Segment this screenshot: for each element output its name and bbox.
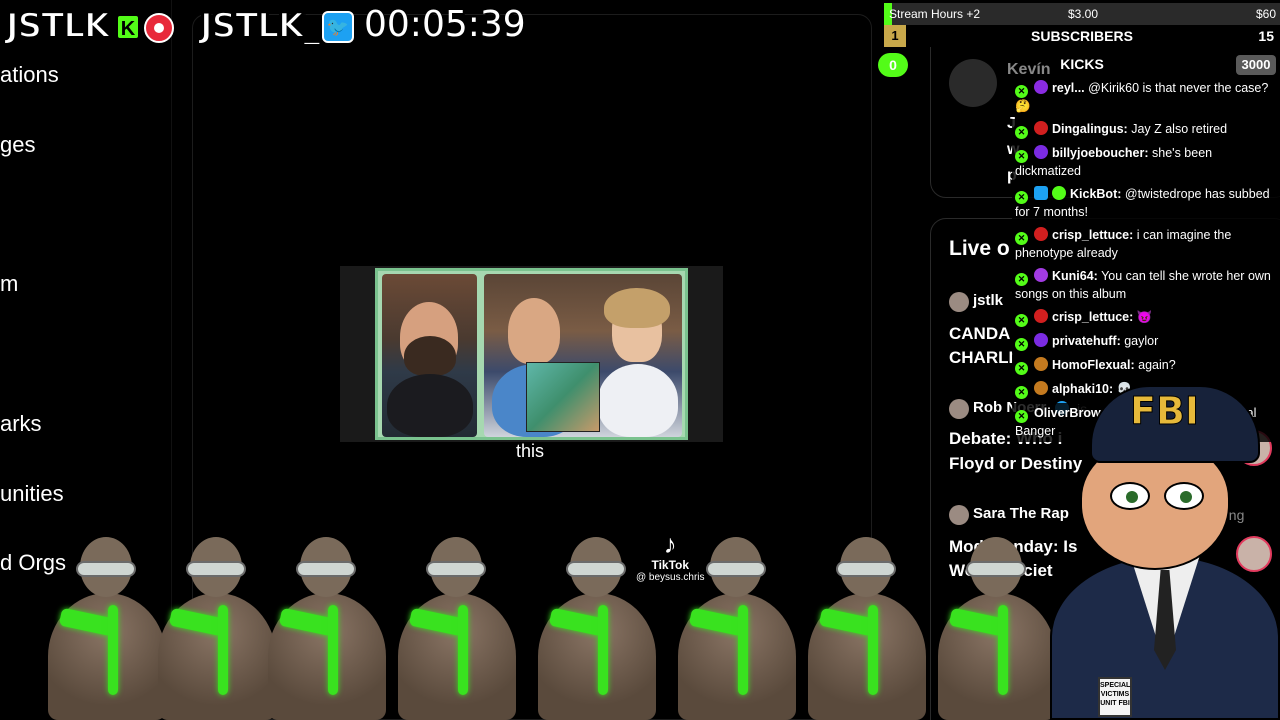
- person-beard: [404, 336, 456, 376]
- stream-hours-goal: $60: [1255, 7, 1276, 21]
- sidebar-item-fragment[interactable]: ations: [0, 62, 59, 88]
- mod-badge-icon: ✕: [1015, 85, 1028, 98]
- mascot-badge: SPECIAL VICTIMS UNIT FBI: [1098, 677, 1132, 717]
- chat-message: ✕ crisp_lettuce: i can imagine the phenot…: [1012, 225, 1280, 264]
- mod-badge-icon: ✕: [1015, 338, 1028, 351]
- subscribers-count-badge: 1: [884, 25, 906, 47]
- user-badge-icon: [1034, 268, 1048, 282]
- chat-text: Jay Z also retired: [1131, 122, 1228, 136]
- user-badge-icon: [1034, 309, 1048, 323]
- chat-text: again?: [1138, 358, 1176, 372]
- mod-badge-icon: ✕: [1015, 232, 1028, 245]
- mod-badge-icon: ✕: [1015, 410, 1028, 423]
- kicks-bar: KICKS: [884, 53, 1280, 75]
- mascot-eye: [1110, 482, 1150, 510]
- kick-icon: K: [116, 14, 140, 40]
- bot-badge-icon: [1034, 186, 1048, 200]
- avatar: [949, 505, 969, 525]
- user-badge-icon: [1034, 80, 1048, 94]
- user-badge-icon: [1034, 145, 1048, 159]
- person-shirt: [598, 364, 678, 437]
- chat-username[interactable]: KickBot:: [1070, 187, 1121, 201]
- chat-username[interactable]: reyl...: [1052, 81, 1085, 95]
- chat-username[interactable]: privatehuff:: [1052, 334, 1121, 348]
- mod-badge-icon: ✕: [1015, 362, 1028, 375]
- chat-username[interactable]: billyjoeboucher:: [1052, 146, 1149, 160]
- meme-figure: [520, 535, 670, 720]
- mod-badge-icon: ✕: [1015, 314, 1028, 327]
- video-pane-left: [382, 274, 477, 437]
- person-face: [508, 298, 560, 364]
- brand-logo-twitter: JSTLK_: [199, 5, 321, 47]
- stream-timer: 00:05:39: [364, 4, 526, 45]
- chat-message: ✕ HomoFlexual: again?: [1012, 355, 1280, 377]
- chat-message: ✕ Kuni64: You can tell she wrote her own …: [1012, 266, 1280, 305]
- stream-hours-label: Stream Hours +2: [889, 7, 981, 21]
- mod-badge-icon: ✕: [1015, 126, 1028, 139]
- subscribers-label: SUBSCRIBERS: [1031, 28, 1133, 44]
- stream-hours-amount: $3.00: [1068, 7, 1099, 21]
- user-badge-icon: [1034, 381, 1048, 395]
- chat-text: 😈: [1136, 310, 1153, 324]
- album-cover: [526, 362, 600, 432]
- chat-message: ✕ privatehuff: gaylor: [1012, 331, 1280, 353]
- mascot-eye: [1164, 482, 1204, 510]
- live-title-line[interactable]: CHARLI: [949, 348, 1013, 368]
- user-badge-icon: [1034, 121, 1048, 135]
- chat-username[interactable]: crisp_lettuce:: [1052, 228, 1133, 242]
- kicks-count-badge: 0: [878, 53, 908, 77]
- mascot-cap-text: FBI: [1129, 389, 1200, 434]
- mod-badge-icon: ✕: [1015, 386, 1028, 399]
- video-frame: [375, 268, 688, 440]
- user-badge-icon: [1034, 333, 1048, 347]
- sidebar-item-fragment[interactable]: arks: [0, 411, 42, 437]
- video-caption: this: [516, 441, 545, 461]
- meme-figure: [250, 535, 400, 720]
- brand-logo-kick: JSTLK: [5, 5, 111, 47]
- sidebar-item-fragment[interactable]: ges: [0, 132, 35, 158]
- meme-figure: [380, 535, 530, 720]
- person-hair: [604, 288, 670, 328]
- avatar: [949, 399, 969, 419]
- fbi-mascot: FBI SPECIAL VICTIMS UNIT FBI: [1050, 385, 1280, 720]
- person-shirt: [387, 374, 473, 437]
- live-user-name[interactable]: jstlk: [973, 292, 1003, 309]
- subscribers-value: 15: [1258, 28, 1274, 44]
- chat-message: ✕ KickBot: @twistedrope has subbed for 7 …: [1012, 184, 1280, 223]
- live-title-line[interactable]: CANDA: [949, 324, 1010, 344]
- live-heading: Live o: [949, 237, 1010, 260]
- meme-figure: [660, 535, 810, 720]
- meme-figure: [790, 535, 940, 720]
- chat-username[interactable]: Kuni64:: [1052, 269, 1098, 283]
- subscribers-bar: SUBSCRIBERS 15: [884, 25, 1280, 47]
- kicks-label: KICKS: [1060, 56, 1104, 72]
- mod-badge-icon: ✕: [1015, 273, 1028, 286]
- chat-message: ✕ crisp_lettuce: 😈: [1012, 307, 1280, 329]
- chat-message: ✕ billyjoeboucher: she's been dickmatized: [1012, 143, 1280, 182]
- verified-badge-icon: [1052, 186, 1066, 200]
- twitter-icon: 🐦: [322, 11, 354, 43]
- mod-badge-icon: ✕: [1015, 150, 1028, 163]
- mod-badge-icon: ✕: [1015, 191, 1028, 204]
- chat-message: ✕ Dingalingus: Jay Z also retired: [1012, 119, 1280, 141]
- user-badge-icon: [1034, 357, 1048, 371]
- sidebar-item-fragment[interactable]: unities: [0, 481, 64, 507]
- chat-username[interactable]: crisp_lettuce:: [1052, 310, 1133, 324]
- video-pane-right: [484, 274, 682, 437]
- meme-figure: [920, 535, 1070, 720]
- sidebar-item-fragment[interactable]: m: [0, 271, 18, 297]
- live-record-icon: [144, 13, 174, 43]
- chat-username[interactable]: Dingalingus:: [1052, 122, 1128, 136]
- chat-message: ✕ reyl... @Kirik60 is that never the case…: [1012, 78, 1280, 117]
- user-badge-icon: [1034, 227, 1048, 241]
- avatar: [949, 292, 969, 312]
- kicks-goal: 3000: [1236, 55, 1276, 75]
- chat-text: gaylor: [1124, 334, 1159, 348]
- stream-hours-bar: Stream Hours +2 $3.00 $60: [884, 3, 1280, 25]
- chat-username[interactable]: HomoFlexual:: [1052, 358, 1135, 372]
